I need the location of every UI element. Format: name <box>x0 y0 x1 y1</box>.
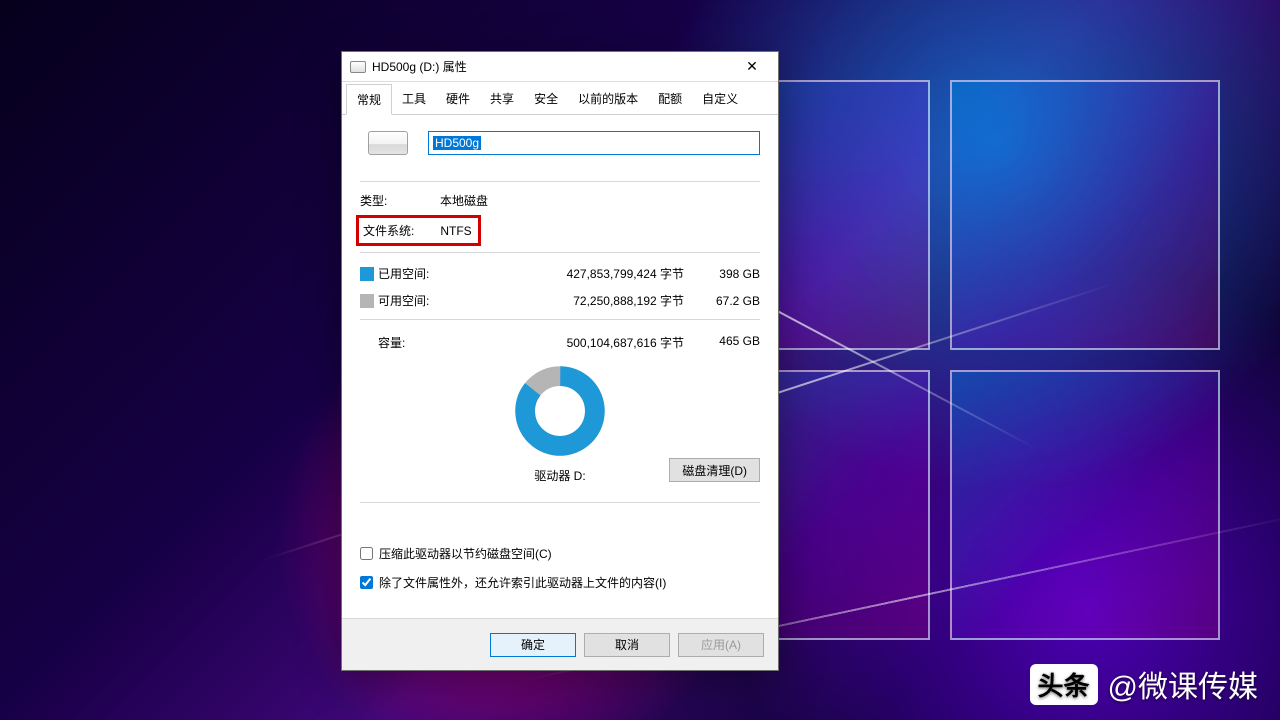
tab-custom[interactable]: 自定义 <box>692 84 748 114</box>
used-bytes: 427,853,799,424 字节 <box>446 265 690 282</box>
drive-icon <box>350 61 366 73</box>
fs-label: 文件系统: <box>363 222 437 239</box>
ok-button[interactable]: 确定 <box>490 633 576 657</box>
fs-value: NTFS <box>440 224 471 238</box>
free-human: 67.2 GB <box>690 294 760 308</box>
compress-label: 压缩此驱动器以节约磁盘空间(C) <box>379 545 552 562</box>
index-label: 除了文件属性外，还允许索引此驱动器上文件的内容(I) <box>379 574 666 591</box>
tab-general[interactable]: 常规 <box>346 84 392 115</box>
close-button[interactable]: ✕ <box>732 53 772 81</box>
disk-cleanup-button[interactable]: 磁盘清理(D) <box>669 458 760 482</box>
watermark: 头条 @微课传媒 <box>1030 662 1258 706</box>
watermark-handle: @微课传媒 <box>1108 662 1258 706</box>
dialog-footer: 确定 取消 应用(A) <box>342 618 778 670</box>
usage-donut-chart <box>514 365 606 457</box>
used-swatch-icon <box>360 267 374 281</box>
tab-tools[interactable]: 工具 <box>392 84 436 114</box>
titlebar[interactable]: HD500g (D:) 属性 ✕ <box>342 52 778 82</box>
drive-big-icon <box>368 131 408 155</box>
tab-quota[interactable]: 配额 <box>648 84 692 114</box>
cancel-button[interactable]: 取消 <box>584 633 670 657</box>
index-checkbox-row[interactable]: 除了文件属性外，还允许索引此驱动器上文件的内容(I) <box>360 574 760 591</box>
apply-button[interactable]: 应用(A) <box>678 633 764 657</box>
compress-checkbox-row[interactable]: 压缩此驱动器以节约磁盘空间(C) <box>360 545 760 562</box>
tab-strip: 常规 工具 硬件 共享 安全 以前的版本 配额 自定义 <box>342 84 778 115</box>
capacity-human: 465 GB <box>690 334 760 351</box>
filesystem-highlight: 文件系统: NTFS <box>356 215 481 246</box>
drive-name-value: HD500g <box>433 136 481 150</box>
drive-properties-dialog: HD500g (D:) 属性 ✕ 常规 工具 硬件 共享 安全 以前的版本 配额… <box>341 51 779 671</box>
index-checkbox[interactable] <box>360 576 373 589</box>
tab-sharing[interactable]: 共享 <box>480 84 524 114</box>
tab-hardware[interactable]: 硬件 <box>436 84 480 114</box>
free-bytes: 72,250,888,192 字节 <box>446 292 690 309</box>
drive-letter-label: 驱动器 D: <box>534 467 585 484</box>
window-title: HD500g (D:) 属性 <box>372 58 732 75</box>
type-value: 本地磁盘 <box>440 192 760 209</box>
compress-checkbox[interactable] <box>360 547 373 560</box>
tab-previous[interactable]: 以前的版本 <box>568 84 648 114</box>
free-swatch-icon <box>360 294 374 308</box>
free-label: 可用空间: <box>378 292 446 309</box>
used-label: 已用空间: <box>378 265 446 282</box>
type-label: 类型: <box>360 192 440 209</box>
watermark-badge: 头条 <box>1030 664 1098 705</box>
capacity-bytes: 500,104,687,616 字节 <box>446 334 690 351</box>
tab-security[interactable]: 安全 <box>524 84 568 114</box>
used-human: 398 GB <box>690 267 760 281</box>
capacity-label: 容量: <box>360 334 446 351</box>
drive-name-input[interactable]: HD500g <box>428 131 760 155</box>
